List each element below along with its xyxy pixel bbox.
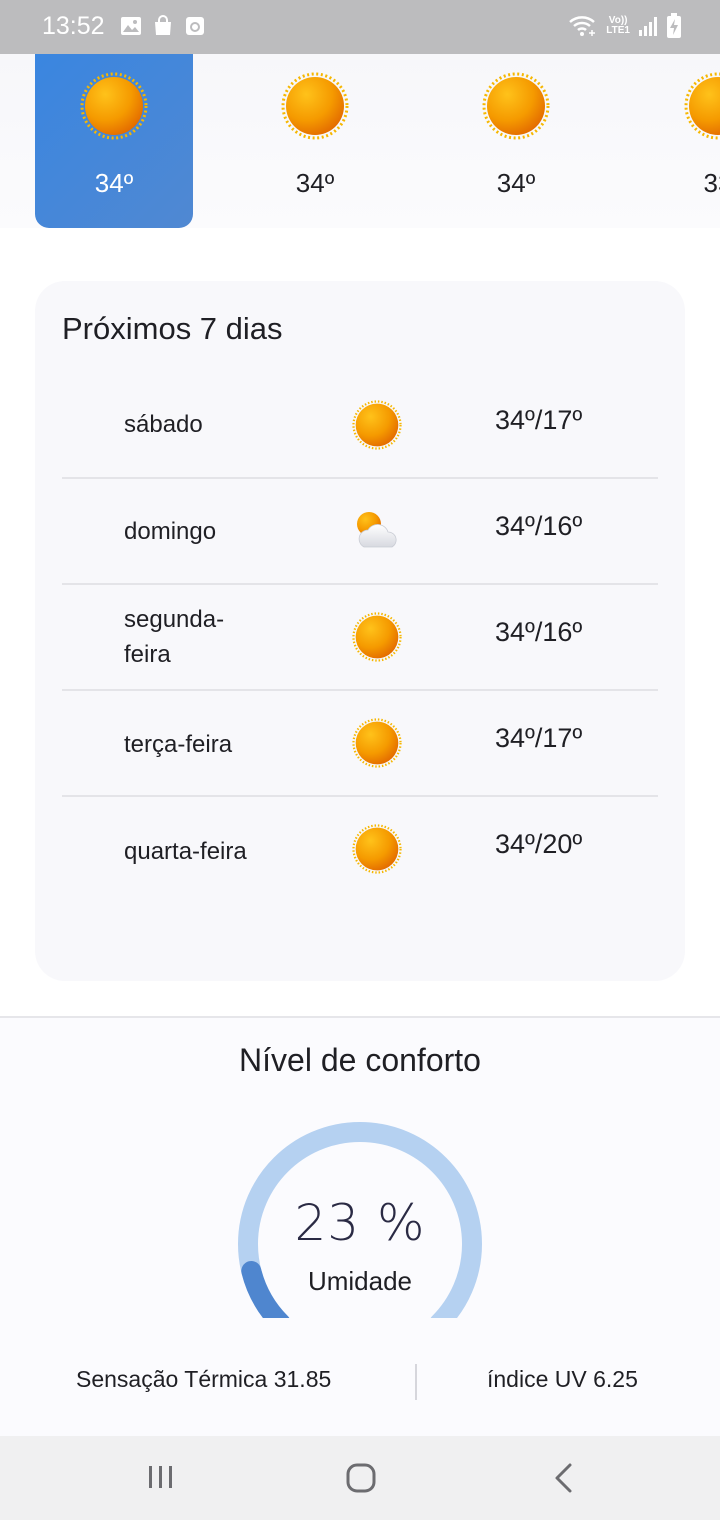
shopping-bag-icon [152, 15, 174, 37]
comfort-title: Nível de conforto [239, 1042, 481, 1078]
status-bar: 13:52 Vo)) LTE1 [0, 0, 720, 54]
forecast-row[interactable]: sábado 34º/17º [62, 373, 658, 479]
humidity-value: 23 % [294, 1194, 426, 1252]
battery-charging-icon [666, 13, 682, 39]
feels-like-text: Sensação Térmica 31.85 [76, 1366, 332, 1392]
hourly-forecast-strip[interactable]: 34º 34º 34º 33 [0, 54, 720, 228]
calendar-icon [184, 15, 206, 37]
uv-index-text: índice UV 6.25 [487, 1366, 638, 1392]
forecast-row[interactable]: domingo 34º/16º [62, 479, 658, 585]
back-button[interactable] [550, 1462, 578, 1498]
forecast-row[interactable]: segunda- feira 34º/16º [62, 585, 658, 691]
home-icon [346, 1463, 376, 1493]
wifi-icon [568, 14, 598, 38]
forecast-temps: 34º/16º [495, 511, 583, 541]
sun-icon [352, 400, 402, 454]
forecast-card: Próximos 7 dias sábado 34º/17º domingo 3… [35, 281, 685, 981]
back-icon [555, 1463, 572, 1493]
hourly-temp: 33 [703, 168, 720, 198]
recent-apps-icon [149, 1466, 172, 1488]
hourly-temp: 34º [295, 168, 335, 198]
forecast-day: segunda- feira [124, 602, 224, 672]
humidity-label: Umidade [307, 1266, 413, 1296]
hourly-temp: 34º [496, 168, 536, 198]
forecast-day: quarta-feira [124, 838, 247, 865]
sun-icon [281, 72, 349, 144]
forecast-day: terça-feira [124, 731, 233, 758]
home-button[interactable] [345, 1462, 377, 1498]
forecast-temps: 34º/17º [495, 723, 583, 753]
signal-icon [638, 14, 658, 38]
forecast-temps: 34º/20º [495, 829, 583, 859]
gallery-icon [120, 15, 142, 37]
partly-cloudy-icon [352, 507, 402, 557]
hourly-temp: 34º [94, 168, 134, 198]
sun-icon [352, 718, 402, 772]
sun-icon [80, 72, 148, 144]
sun-icon [352, 824, 402, 878]
hourly-item[interactable]: 33 [639, 54, 720, 228]
status-time: 13:52 [42, 12, 105, 40]
system-navigation-bar [0, 1436, 720, 1520]
forecast-temps: 34º/17º [495, 405, 583, 435]
sun-icon [684, 72, 720, 144]
sun-icon [482, 72, 550, 144]
forecast-day: sábado [124, 411, 203, 438]
forecast-row[interactable]: terça-feira 34º/17º [62, 691, 658, 797]
hourly-item[interactable]: 34º [35, 54, 193, 228]
network-indicator: Vo)) LTE1 [606, 15, 630, 36]
forecast-temps: 34º/16º [495, 617, 583, 647]
hourly-item[interactable]: 34º [437, 54, 595, 228]
forecast-day: domingo [124, 518, 217, 545]
comfort-section: Nível de conforto 23 % Umidade Sensação … [0, 1018, 720, 1436]
hourly-item[interactable]: 34º [236, 54, 394, 228]
recent-apps-button[interactable] [146, 1462, 176, 1496]
forecast-row[interactable]: quarta-feira 34º/20º [62, 797, 658, 903]
forecast-title: Próximos 7 dias [62, 311, 283, 346]
sun-icon [352, 612, 402, 666]
vertical-divider [415, 1364, 417, 1400]
forecast-day-line: feira [124, 641, 171, 668]
forecast-day-line: segunda- [124, 606, 225, 633]
